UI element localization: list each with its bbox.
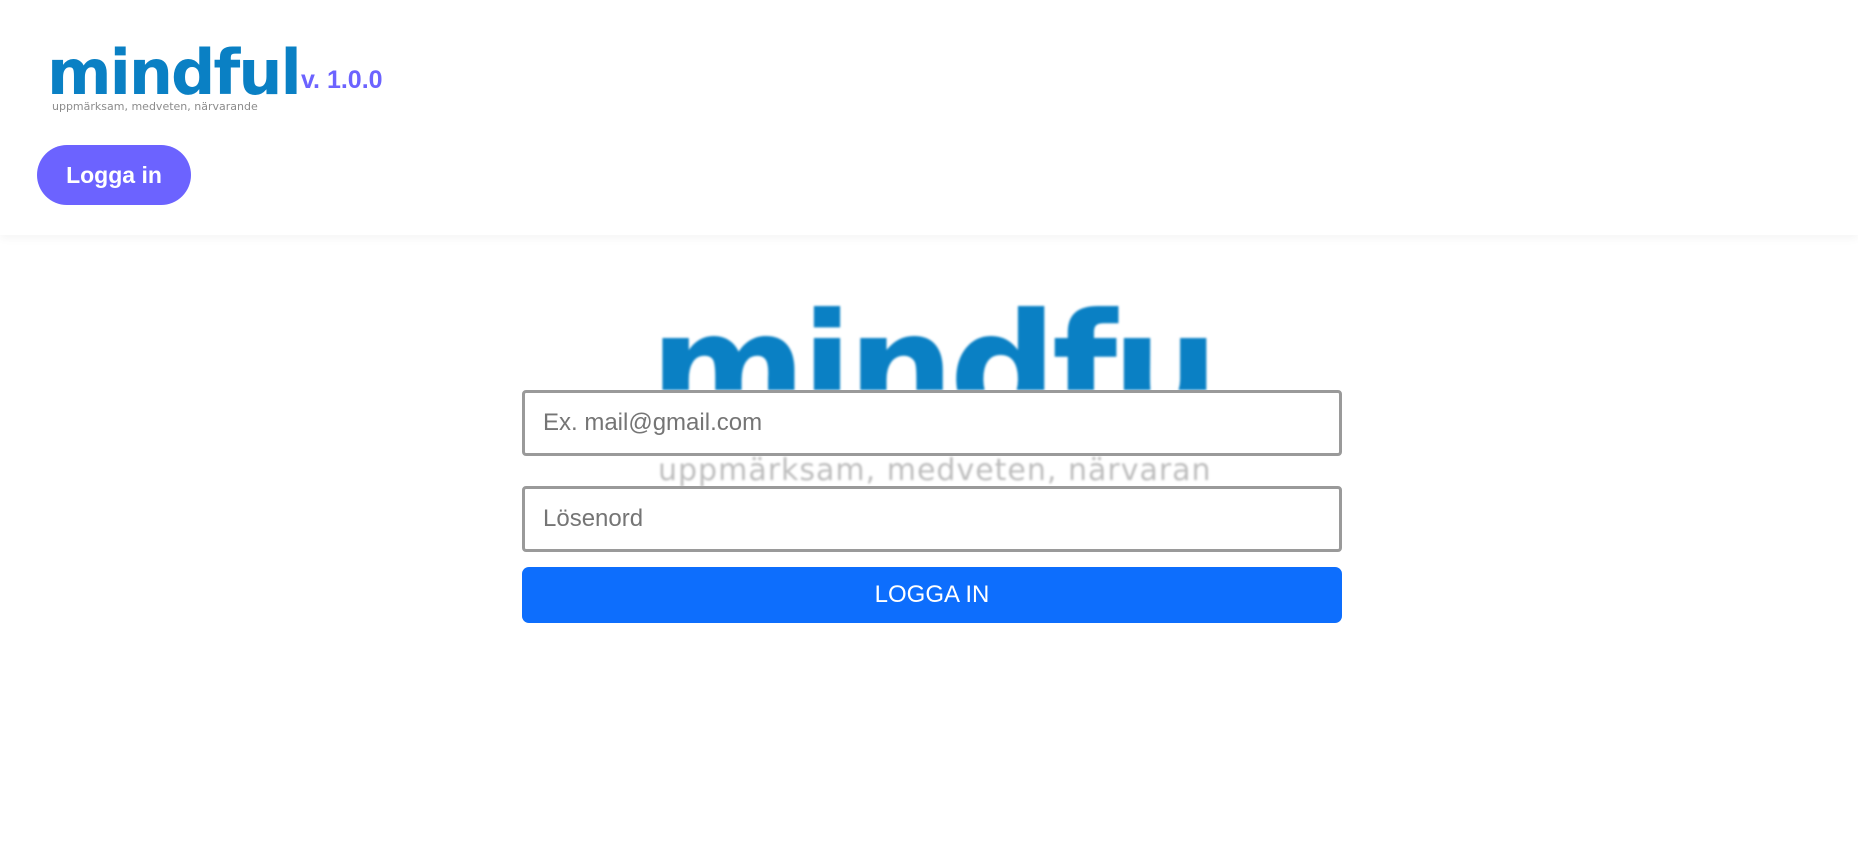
app-header: mindful uppmärksam, medveten, närvarande…	[0, 0, 1858, 235]
logo-tagline: uppmärksam, medveten, närvarande	[52, 100, 258, 113]
login-submit-button[interactable]: LOGGA IN	[522, 567, 1342, 623]
logo-wordmark: mindful	[47, 36, 302, 109]
email-input[interactable]	[522, 390, 1342, 456]
version-label: v. 1.0.0	[301, 66, 383, 94]
header-login-button[interactable]: Logga in	[37, 145, 191, 205]
login-form: LOGGA IN	[522, 390, 1342, 623]
password-input[interactable]	[522, 486, 1342, 552]
mindful-logo[interactable]: mindful uppmärksam, medveten, närvarande	[47, 42, 302, 116]
